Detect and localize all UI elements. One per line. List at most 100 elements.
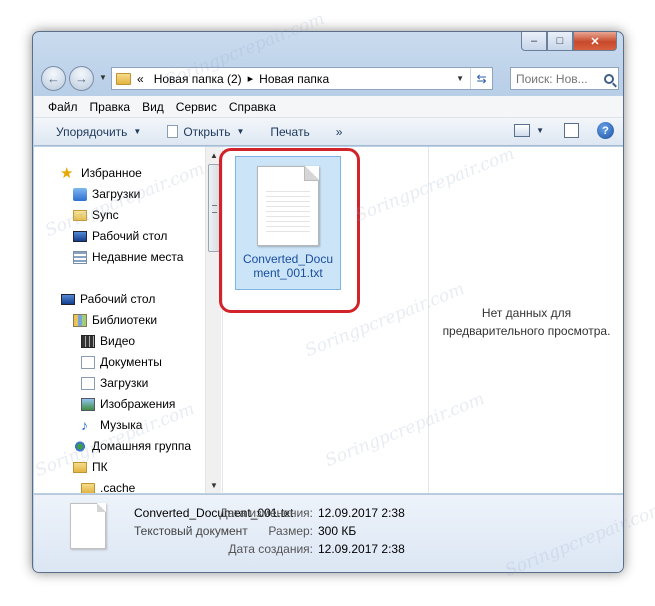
close-button[interactable]: ✕ [573, 32, 617, 51]
file-name-line-1: Converted_Docu [242, 252, 334, 266]
sidebar-item-desktop[interactable]: Рабочий стол [73, 226, 167, 246]
sidebar-item-recent-places[interactable]: Недавние места [73, 247, 183, 267]
scroll-down-arrow[interactable]: ▼ [206, 477, 222, 493]
preview-line-1: Нет данных для [481, 306, 572, 320]
sidebar-item-label: Видео [100, 334, 136, 348]
sidebar-item-libraries[interactable]: Библиотеки [73, 310, 157, 330]
back-button[interactable]: ← [41, 66, 66, 91]
sidebar-item-label: .cache [100, 481, 136, 493]
recent-pages-dropdown[interactable]: ▼ [99, 73, 107, 82]
scroll-up-arrow[interactable]: ▲ [206, 147, 222, 163]
scrollbar-thumb[interactable] [208, 164, 220, 252]
details-created-value: 12.09.2017 2:38 [318, 542, 405, 556]
details-modified: Дата изменения: 12.09.2017 2:38 [213, 506, 405, 520]
help-icon[interactable]: ? [597, 122, 614, 139]
sidebar-item-favorites[interactable]: ★ Избранное [60, 163, 142, 183]
homegroup-icon [73, 439, 87, 453]
more-commands-button[interactable]: » [336, 125, 343, 139]
navigation-bar: ← → ▼ « Новая папка (2) ▸ Новая папка ▼ … [33, 63, 623, 93]
sidebar-item-music[interactable]: ♪ Музыка [81, 415, 142, 435]
preview-line-2: предварительного просмотра. [442, 324, 611, 338]
back-arrow-icon: ← [47, 71, 60, 86]
search-input[interactable] [516, 71, 596, 86]
open-label: Открыть [183, 124, 231, 139]
document-icon [167, 125, 179, 138]
more-label: » [335, 124, 343, 139]
sidebar-item-homegroup[interactable]: Домашняя группа [73, 436, 191, 456]
forward-arrow-icon: → [75, 71, 88, 86]
sidebar-item-label: Избранное [81, 166, 142, 180]
menu-edit[interactable]: Правка [90, 100, 131, 114]
sidebar-item-cache[interactable]: .cache [81, 478, 135, 493]
sidebar-item-label: Рабочий стол [80, 292, 156, 306]
forward-button[interactable]: → [69, 66, 94, 91]
command-bar: Упорядочить ▼ Открыть ▼ Печать » ▼ ? [34, 118, 623, 146]
organize-button[interactable]: Упорядочить ▼ [56, 125, 141, 139]
breadcrumb-prefix[interactable]: « [137, 72, 144, 86]
sidebar-item-desktop-root[interactable]: Рабочий стол [61, 289, 155, 309]
sidebar-item-label: Недавние места [92, 250, 184, 264]
details-created: Дата создания: 12.09.2017 2:38 [213, 542, 405, 556]
file-list: Converted_Docu ment_001.txt [223, 147, 428, 493]
folder-icon [73, 209, 87, 221]
minimize-button[interactable]: – [521, 32, 547, 51]
sidebar-item-label: Домашняя группа [92, 439, 192, 453]
preview-pane-icon[interactable] [564, 123, 579, 138]
downloads-icon [81, 376, 95, 390]
sidebar-item-sync[interactable]: Sync [73, 205, 119, 225]
sidebar-item-pc[interactable]: ПК [73, 457, 108, 477]
file-name-line-2: ment_001.txt [253, 266, 323, 280]
sidebar-item-downloads[interactable]: Загрузки [73, 184, 140, 204]
sidebar-item-label: Документы [100, 355, 162, 369]
desktop-icon [61, 293, 75, 305]
refresh-button[interactable]: ⇆ [470, 68, 492, 89]
recent-places-icon [73, 250, 87, 264]
sidebar-item-lib-downloads[interactable]: Загрузки [81, 373, 148, 393]
details-modified-label: Дата изменения: [219, 506, 314, 520]
navigation-pane: ★ Избранное Загрузки Sync Рабочий стол Н… [34, 147, 205, 493]
maximize-button[interactable]: □ [547, 32, 573, 51]
menu-tools[interactable]: Сервис [176, 100, 217, 114]
chevron-down-icon: ▼ [133, 127, 142, 136]
breadcrumb-item-current[interactable]: Новая папка [259, 72, 329, 86]
preview-empty-message: Нет данных для предварительного просмотр… [429, 304, 623, 340]
sidebar-item-label: Рабочий стол [92, 229, 168, 243]
breadcrumb-separator[interactable]: ▸ [248, 72, 254, 85]
file-item[interactable]: Converted_Docu ment_001.txt [235, 156, 341, 290]
folder-icon [81, 482, 95, 493]
folder-icon [116, 72, 131, 85]
menu-file[interactable]: Файл [48, 100, 78, 114]
file-name: Converted_Docu ment_001.txt [238, 252, 338, 280]
sidebar-item-video[interactable]: Видео [81, 331, 135, 351]
sidebar-item-documents[interactable]: Документы [81, 352, 162, 372]
details-created-label: Дата создания: [228, 542, 313, 556]
sidebar-item-label: Музыка [100, 418, 143, 432]
sidebar-item-label: Загрузки [100, 376, 149, 390]
music-icon: ♪ [81, 417, 88, 433]
menu-help[interactable]: Справка [229, 100, 276, 114]
chevron-down-icon: ▼ [236, 127, 245, 136]
address-bar[interactable]: « Новая папка (2) ▸ Новая папка ▼ ⇆ [111, 67, 493, 90]
sidebar-item-label: Изображения [100, 397, 176, 411]
text-file-icon [257, 166, 319, 246]
downloads-icon [73, 187, 87, 201]
view-dropdown[interactable]: ▼ [536, 126, 544, 135]
refresh-icon: ⇆ [476, 71, 487, 86]
menu-view[interactable]: Вид [142, 100, 164, 114]
change-view-icon[interactable] [514, 124, 531, 137]
sidebar-item-label: ПК [92, 460, 108, 474]
text-file-icon [70, 503, 106, 549]
video-icon [81, 334, 95, 348]
open-button[interactable]: Открыть ▼ [167, 125, 244, 139]
details-pane: Converted_Document_001.txt Текстовый док… [34, 494, 623, 572]
documents-icon [81, 355, 95, 369]
address-dropdown[interactable]: ▼ [456, 74, 464, 83]
print-label: Печать [270, 124, 310, 139]
breadcrumb-item-parent[interactable]: Новая папка (2) [154, 72, 242, 86]
explorer-window: – □ ✕ ← → ▼ « Новая папка (2) ▸ Новая па… [32, 31, 624, 573]
search-icon[interactable] [604, 73, 614, 84]
print-button[interactable]: Печать [270, 125, 309, 139]
sidebar-item-pictures[interactable]: Изображения [81, 394, 175, 414]
search-box[interactable] [510, 67, 619, 90]
navigation-scrollbar[interactable]: ▲ ▼ [205, 147, 221, 493]
